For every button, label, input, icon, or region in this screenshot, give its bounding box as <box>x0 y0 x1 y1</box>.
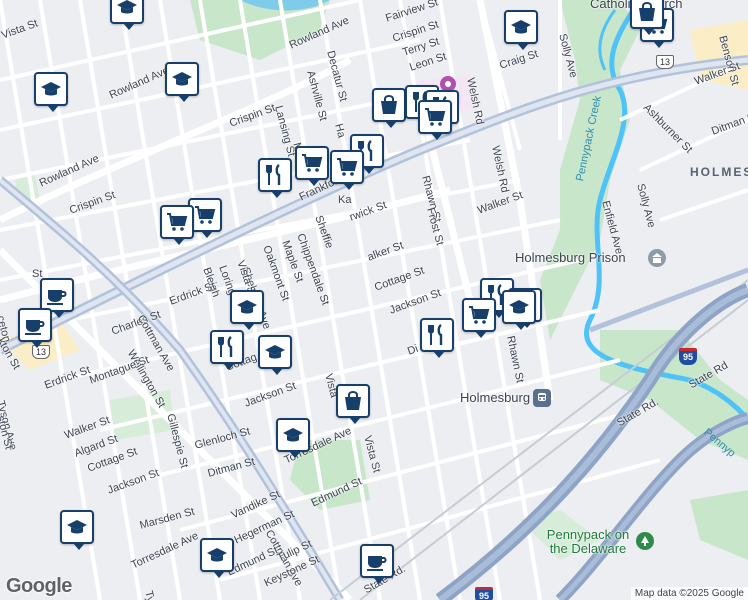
restaurant-icon <box>215 335 239 359</box>
shopping-cart-icon <box>193 203 217 227</box>
school-icon <box>281 423 305 447</box>
us13-shield: 13 <box>656 55 674 69</box>
pin-restaurant[interactable] <box>420 318 454 358</box>
school-icon <box>507 295 531 319</box>
i95-shield: 95 <box>679 348 697 365</box>
pin-school[interactable] <box>276 418 310 458</box>
shopping-bag-icon <box>341 389 365 413</box>
pin-restaurant[interactable] <box>258 158 292 198</box>
pin-coffee[interactable] <box>40 278 74 318</box>
coffee-icon <box>23 313 47 337</box>
pin-shopping-bag[interactable] <box>372 88 406 128</box>
shopping-cart-icon <box>467 303 491 327</box>
shopping-cart-icon <box>300 151 324 175</box>
map-canvas[interactable]: Rowland Ave Rowland Ave Rowland Ave Deca… <box>0 0 748 600</box>
i95-shield: 95 <box>475 587 493 600</box>
holmes-neighborhood-label: HOLMES <box>690 165 748 179</box>
pin-school[interactable] <box>60 510 94 550</box>
pennypack-on-the-delaware-label: Pennypack on the Delaware <box>546 527 630 556</box>
pin-shopping-cart[interactable] <box>462 298 496 338</box>
restaurant-icon <box>263 163 287 187</box>
school-icon <box>263 340 287 364</box>
restaurant-icon <box>425 323 449 347</box>
pin-school[interactable] <box>504 10 538 50</box>
street-label: Ka <box>338 194 352 206</box>
map-attribution[interactable]: Map data ©2025 Google <box>630 587 748 600</box>
school-icon <box>235 295 259 319</box>
pin-shopping-bag[interactable] <box>336 384 370 424</box>
pin-coffee[interactable] <box>360 544 394 584</box>
shopping-bag-icon <box>635 0 659 24</box>
pin-coffee[interactable] <box>18 308 52 348</box>
pin-school[interactable] <box>502 290 536 330</box>
school-icon <box>115 0 139 19</box>
pin-shopping-cart[interactable] <box>295 146 329 186</box>
pin-shopping-cart[interactable] <box>160 205 194 245</box>
shopping-cart-icon <box>165 210 189 234</box>
pin-shopping-cart[interactable] <box>418 100 452 140</box>
school-icon <box>509 15 533 39</box>
pin-school[interactable] <box>110 0 144 30</box>
school-icon <box>39 77 63 101</box>
school-icon <box>65 515 89 539</box>
shopping-cart-icon <box>335 155 359 179</box>
pin-school[interactable] <box>258 335 292 375</box>
shopping-cart-icon <box>423 105 447 129</box>
pin-shopping-bag[interactable] <box>630 0 664 35</box>
pin-shopping-cart[interactable] <box>330 150 364 190</box>
park-tree-icon[interactable] <box>636 532 654 550</box>
pin-school[interactable] <box>165 62 199 102</box>
train-station-icon[interactable] <box>533 389 551 407</box>
google-logo[interactable]: Google <box>6 575 72 598</box>
pin-school[interactable] <box>230 290 264 330</box>
coffee-icon <box>365 549 389 573</box>
holmesburg-prison-label: Holmesburg Prison <box>515 250 626 265</box>
shopping-bag-icon <box>377 93 401 117</box>
pin-restaurant[interactable] <box>210 330 244 370</box>
pin-school[interactable] <box>200 538 234 578</box>
school-icon <box>205 543 229 567</box>
coffee-icon <box>45 283 69 307</box>
prison-icon[interactable] <box>648 249 666 267</box>
school-icon <box>170 67 194 91</box>
holmesburg-label: Holmesburg <box>460 390 531 405</box>
pin-school[interactable] <box>34 72 68 112</box>
